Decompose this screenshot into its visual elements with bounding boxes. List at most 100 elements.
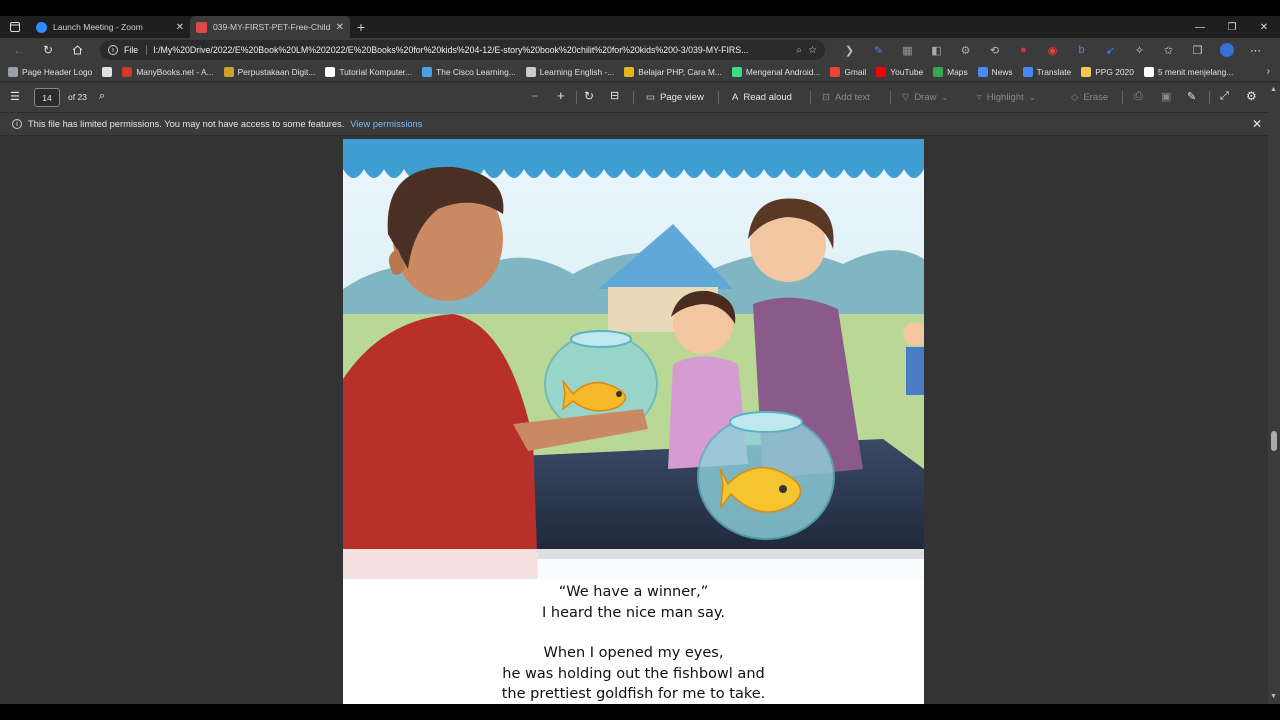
bookmark-label: Maps <box>947 66 968 77</box>
tab-pdf[interactable]: 039-MY-FIRST-PET-Free-Childre ✕ <box>190 16 350 38</box>
page-number-input[interactable]: 14 <box>34 88 60 107</box>
extension-b-icon[interactable]: b <box>1067 38 1096 62</box>
rotate-icon[interactable]: ↻ <box>584 89 594 103</box>
add-text-icon: ⊡ <box>822 92 830 103</box>
erase-label: Erase <box>1083 92 1109 103</box>
bookmark-item[interactable]: Translate <box>1022 66 1072 77</box>
story-line: the prettiest goldfish for me to take. <box>501 686 766 702</box>
page-view-icon: ▭ <box>646 92 655 103</box>
url-text[interactable]: I:/My%20Drive/2022/E%20Book%20LM%202022/… <box>153 45 790 55</box>
erase-button[interactable]: ◇ Erase <box>1071 83 1108 112</box>
bookmark-item[interactable]: YouTube <box>876 66 923 77</box>
close-notice-icon[interactable]: ✕ <box>1252 117 1262 131</box>
extension-red-icon[interactable]: ● <box>1009 38 1038 62</box>
bookmark-item[interactable]: ManyBooks.net - A... <box>122 66 214 77</box>
fishbowl-front-rim <box>729 411 803 433</box>
favorite-star-icon[interactable]: ☆ <box>808 45 817 56</box>
extension-office-icon[interactable]: ◧ <box>922 38 951 62</box>
news-icon <box>977 66 988 77</box>
save-as-icon[interactable]: ✎ <box>1187 90 1196 103</box>
scroll-thumb[interactable] <box>1271 431 1277 451</box>
add-text-button[interactable]: ⊡ Add text <box>822 83 870 112</box>
read-aloud-label: Read aloud <box>743 92 792 103</box>
close-tab-icon[interactable]: ✕ <box>176 22 184 33</box>
pdf-viewer[interactable]: “We have a winner,” I heard the nice man… <box>0 136 1268 704</box>
zoom-magnifier-icon[interactable]: ⌕ <box>796 45 802 56</box>
scroll-up-icon[interactable]: ▲ <box>1270 86 1277 93</box>
extension-blue-icon[interactable]: ➹ <box>1096 38 1125 62</box>
extension-sync-icon[interactable]: ⟲ <box>980 38 1009 62</box>
extension-arrow-icon[interactable]: ❯ <box>835 38 864 62</box>
extension-red2-icon[interactable]: ◉ <box>1038 38 1067 62</box>
bookmark-item[interactable]: Belajar PHP, Cara M... <box>624 66 722 77</box>
address-field[interactable]: i File I:/My%20Drive/2022/E%20Book%20LM%… <box>100 40 825 60</box>
story-line: he was holding out the fishbowl and <box>502 665 765 682</box>
gmail-icon <box>830 66 841 77</box>
draw-icon: ▽ <box>902 92 910 103</box>
tab-zoom[interactable]: Launch Meeting - Zoom ✕ <box>30 16 190 38</box>
bookmark-item[interactable]: The Cisco Learning... <box>422 66 516 77</box>
bookmark-item[interactable]: Perpustakaan Digit... <box>223 66 315 77</box>
info-icon[interactable]: i <box>108 45 118 55</box>
bookmark-item[interactable]: Learning English -... <box>525 66 615 77</box>
bookmark-item[interactable] <box>102 66 113 77</box>
more-menu-icon[interactable]: ⋯ <box>1241 38 1270 62</box>
minimize-button[interactable]: — <box>1184 16 1216 38</box>
highlight-button[interactable]: ▿ Highlight ⌄ <box>977 83 1035 112</box>
zoom-icon <box>36 21 47 33</box>
tab-actions-icon <box>10 22 20 32</box>
bookmark-item[interactable]: PPG 2020 <box>1081 66 1134 77</box>
scroll-down-icon[interactable]: ▼ <box>1270 693 1277 700</box>
restore-button[interactable]: ❐ <box>1216 16 1248 38</box>
favorites-icon[interactable]: ✩ <box>1154 38 1183 62</box>
bookmark-label: News <box>991 66 1013 77</box>
bookmark-label: Translate <box>1036 66 1072 77</box>
save-icon[interactable]: ▣ <box>1161 90 1171 103</box>
print-icon[interactable]: ⎙ <box>1134 90 1143 103</box>
home-icon <box>72 45 82 55</box>
fullscreen-icon[interactable]: ⤢ <box>1220 90 1229 103</box>
extensions-bar: ❯ ✎ ▦ ◧ ⚙ ⟲ ● ◉ b ➹ ✧ ✩ ❒ ⋯ <box>835 38 1270 62</box>
tab-actions-button[interactable] <box>0 16 30 38</box>
page-view-button[interactable]: ▭ Page view <box>646 83 704 112</box>
bookmark-item[interactable]: Maps <box>933 66 968 77</box>
profile-avatar-icon[interactable] <box>1212 38 1241 62</box>
page-count: of 23 <box>68 92 87 102</box>
bookmark-item[interactable]: Page Header Logo <box>8 66 92 77</box>
settings-icon[interactable]: ⚙ <box>1246 89 1257 103</box>
bookmark-item[interactable]: Gmail <box>830 66 867 77</box>
bookmark-label: Gmail <box>844 66 867 77</box>
chevron-down-icon[interactable]: ⌄ <box>941 93 948 102</box>
extension-settings-icon[interactable]: ⚙ <box>951 38 980 62</box>
home-button[interactable] <box>62 38 92 62</box>
zoom-out-button[interactable]: − <box>531 89 538 103</box>
fit-page-icon[interactable]: ⊟ <box>610 89 619 102</box>
vertical-scrollbar[interactable]: ▲ ▼ <box>1268 83 1280 704</box>
collections-icon[interactable]: ❒ <box>1183 38 1212 62</box>
new-tab-button[interactable]: + <box>350 16 372 38</box>
read-aloud-button[interactable]: A Read aloud <box>732 83 792 112</box>
zoom-in-button[interactable]: + <box>557 88 565 103</box>
refresh-button[interactable]: ↻ <box>33 38 63 62</box>
chevron-down-icon[interactable]: ⌄ <box>1029 93 1036 102</box>
bookmark-label: Learning English -... <box>539 66 615 77</box>
scheme-label: File <box>124 45 148 55</box>
view-permissions-link[interactable]: View permissions <box>350 119 422 129</box>
extension-pen-icon[interactable]: ✎ <box>864 38 893 62</box>
bookmark-item[interactable]: Tutorial Komputer... <box>325 66 412 77</box>
bookmark-item[interactable]: News <box>977 66 1013 77</box>
draw-label: Draw <box>914 92 937 103</box>
extension-grid-icon[interactable]: ▦ <box>893 38 922 62</box>
extensions-puzzle-icon[interactable]: ✧ <box>1125 38 1154 62</box>
bookmarks-bar: Page Header Logo ManyBooks.net - A... Perp… <box>0 62 1280 82</box>
close-window-button[interactable]: ✕ <box>1248 16 1280 38</box>
more-bookmarks-icon[interactable]: › <box>1267 66 1270 77</box>
bookmark-item[interactable]: 5 menit menjelang... <box>1143 66 1233 77</box>
draw-button[interactable]: ▽ Draw ⌄ <box>902 83 948 112</box>
contents-icon[interactable]: ☰ <box>10 90 20 103</box>
bookmark-item[interactable]: Mengenal Android... <box>731 66 820 77</box>
search-icon[interactable]: ⌕ <box>99 90 105 103</box>
close-tab-icon[interactable]: ✕ <box>336 22 344 33</box>
pdf-toolbar: ☰ 14 of 23 ⌕ − + ↻ ⊟ ▭ Page view A Read … <box>0 83 1280 112</box>
back-button[interactable]: ← <box>4 38 34 62</box>
